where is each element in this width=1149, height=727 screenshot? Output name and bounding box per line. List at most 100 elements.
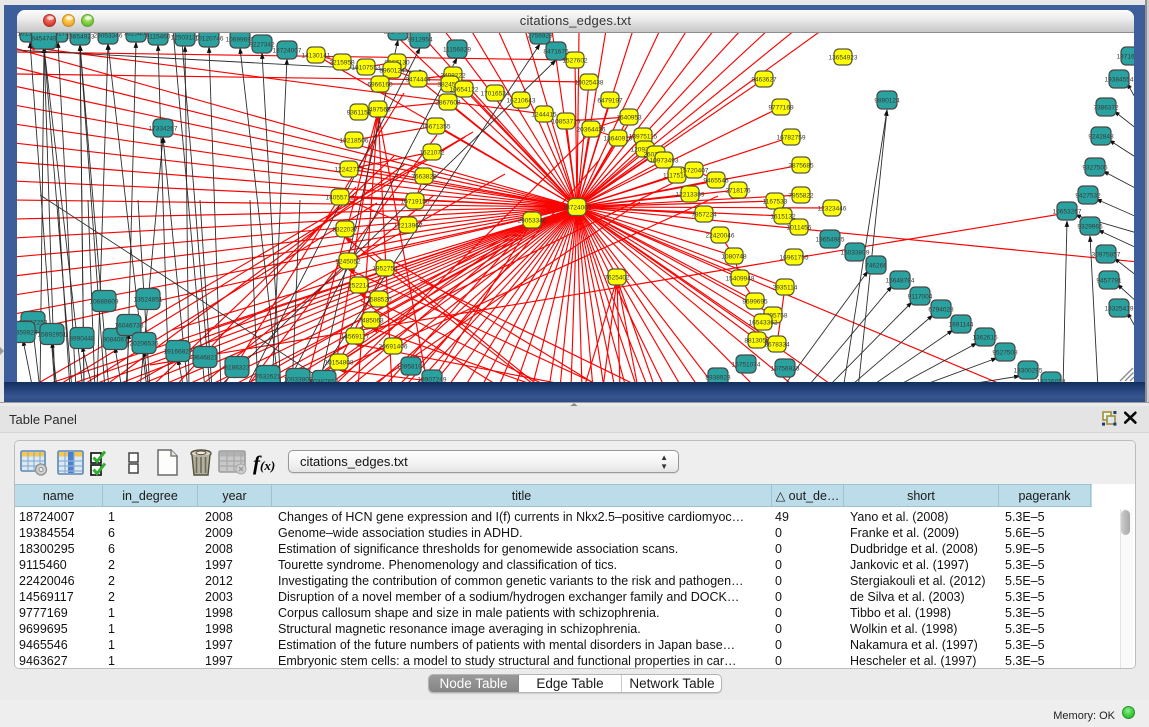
svg-text:6794028: 6794028 [928,307,954,314]
svg-text:1588520: 1588520 [366,297,392,304]
svg-text:16961755: 16961755 [780,255,809,262]
svg-text:13654923: 13654923 [829,55,858,62]
svg-text:8678334: 8678334 [764,342,790,349]
svg-text:13524851: 13524851 [134,297,163,304]
svg-text:1011456: 1011456 [787,225,812,232]
svg-text:14130141: 14130141 [302,53,331,60]
svg-text:10958107: 10958107 [397,364,426,371]
svg-text:13226058: 13226058 [1037,379,1066,383]
svg-text:19218506: 19218506 [340,138,369,145]
svg-text:13654923: 13654923 [66,34,95,41]
svg-text:9646821: 9646821 [192,355,218,362]
svg-text:1621072: 1621072 [419,150,445,157]
svg-text:10025438: 10025438 [575,80,604,87]
svg-text:30975857: 30975857 [1092,252,1121,259]
svg-text:252214: 252214 [348,283,370,290]
svg-text:2756928: 2756928 [527,33,553,40]
svg-text:20387652: 20387652 [310,379,339,383]
svg-text:746266: 746266 [865,263,887,270]
svg-text:1691144: 1691144 [949,322,974,329]
svg-text:13716485: 13716485 [1117,54,1134,61]
svg-text:1952754: 1952754 [372,266,398,273]
svg-text:10154808: 10154808 [325,360,354,367]
svg-text:20364436: 20364436 [577,127,606,134]
svg-text:16107553: 16107553 [352,65,381,72]
svg-text:10973493: 10973493 [650,158,679,165]
svg-text:1640953: 1640953 [616,115,642,122]
svg-text:9474444: 9474444 [405,77,431,84]
svg-text:12213967: 12213967 [394,223,423,230]
svg-text:9457791: 9457791 [1096,278,1122,285]
svg-text:9245052: 9245052 [335,259,361,266]
svg-text:7485063: 7485063 [358,318,384,325]
svg-text:8186323: 8186323 [224,365,250,372]
svg-text:3875685: 3875685 [788,163,814,170]
svg-text:10688609: 10688609 [90,299,119,306]
svg-text:10033809: 10033809 [284,377,313,383]
svg-text:17334267: 17334267 [149,126,178,133]
svg-text:9117004: 9117004 [908,294,933,301]
svg-text:7625402: 7625402 [604,275,630,282]
svg-text:2867608: 2867608 [435,100,461,107]
svg-text:9463627: 9463627 [751,77,777,84]
svg-text:12213389: 12213389 [676,192,705,199]
svg-text:18907249: 18907249 [418,377,447,383]
svg-text:8454749: 8454749 [31,36,57,43]
svg-text:9465546: 9465546 [703,178,729,185]
svg-text:8912954: 8912954 [407,37,433,44]
svg-text:15692951: 15692951 [38,332,67,339]
svg-text:10756928: 10756928 [771,366,800,373]
svg-text:20691406: 20691406 [379,344,408,351]
svg-text:12323446: 12323446 [818,206,847,213]
svg-text:9084067: 9084067 [102,337,128,344]
svg-text:1080748: 1080748 [721,254,747,261]
svg-text:8938923: 8938923 [705,375,731,382]
svg-text:7632621: 7632621 [255,374,281,381]
svg-text:1244415: 1244415 [531,112,557,119]
svg-text:9242848: 9242848 [1088,134,1114,141]
svg-text:9361158: 9361158 [347,110,372,117]
svg-text:13325419: 13325419 [1105,306,1134,313]
svg-text:19166827: 19166827 [164,349,193,356]
svg-text:6966160: 6966160 [367,82,393,89]
svg-text:8990448: 8990448 [69,336,95,343]
svg-text:10120746: 10120746 [195,36,224,43]
svg-text:2718176: 2718176 [725,188,751,195]
svg-text:7386372: 7386372 [1093,105,1119,112]
svg-text:16782759: 16782759 [777,135,806,142]
svg-text:16648784: 16648784 [886,278,915,285]
svg-text:9329965: 9329965 [1077,224,1103,231]
svg-text:9227342: 9227342 [249,42,275,49]
svg-text:7955822: 7955822 [788,193,814,200]
svg-text:6479197: 6479197 [597,98,623,105]
svg-text:9327505: 9327505 [1082,165,1108,172]
svg-text:18300295: 18300295 [1014,368,1043,375]
svg-text:13975115: 13975115 [629,134,658,141]
svg-text:16210643: 16210643 [507,98,536,105]
svg-text:9777169: 9777169 [768,105,794,112]
svg-text:18249012: 18249012 [384,33,413,36]
svg-text:29053346: 29053346 [518,218,547,225]
svg-text:20206536: 20206536 [130,341,159,348]
svg-text:16033809: 16033809 [841,250,870,257]
svg-text:9427532: 9427532 [1075,193,1101,200]
svg-text:10654122: 10654122 [450,87,479,94]
svg-text:8960124: 8960124 [379,68,405,75]
svg-text:1527602: 1527602 [562,58,588,65]
svg-text:1362615: 1362615 [972,335,998,342]
svg-text:16046738: 16046738 [115,323,144,330]
svg-text:14569117: 14569117 [341,334,370,341]
svg-text:15409948: 15409948 [726,276,755,283]
svg-text:14055712: 14055712 [326,195,355,202]
svg-text:15751074: 15751074 [732,362,761,369]
svg-text:2935114: 2935114 [773,285,798,292]
svg-text:7663822: 7663822 [411,174,437,181]
svg-text:16671355: 16671355 [422,124,451,131]
svg-text:29053346: 29053346 [94,33,123,40]
svg-text:1167533: 1167533 [763,199,788,206]
svg-text:9527508: 9527508 [992,350,1018,357]
svg-text:17359924: 17359924 [17,330,38,337]
svg-text:9890124: 9890124 [874,98,900,105]
svg-text:9699695: 9699695 [742,299,768,306]
svg-text:10853719: 10853719 [552,119,581,126]
